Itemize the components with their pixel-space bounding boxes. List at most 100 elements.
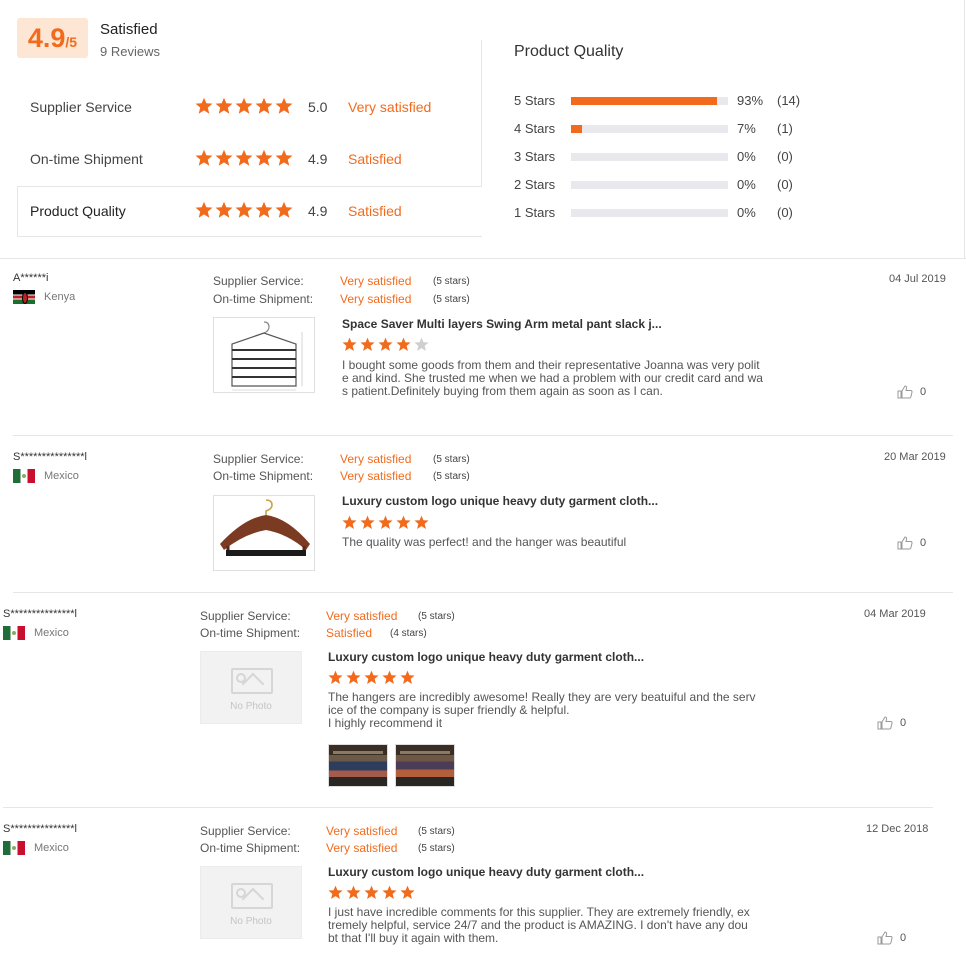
overall-score-badge: 4.9/5 <box>17 18 88 58</box>
review-photo[interactable] <box>395 744 455 787</box>
metric-satisfaction: Satisfied <box>348 203 402 219</box>
star-filled-icon <box>400 670 415 684</box>
reviewer-name: S***************l <box>13 451 87 463</box>
star-filled-icon <box>215 201 233 218</box>
photo-detail <box>400 751 450 754</box>
metric-label: Product Quality <box>30 203 126 219</box>
reviewer-country: Mexico <box>3 626 69 640</box>
star-filled-icon <box>195 149 213 166</box>
review-date: 04 Jul 2019 <box>889 273 946 285</box>
supplier-service-value: Very satisfied <box>326 609 398 623</box>
supplier-service-label: Supplier Service: <box>200 824 291 838</box>
like-button[interactable]: 0 <box>897 536 926 550</box>
country-name: Mexico <box>44 470 79 482</box>
product-rating-stars <box>342 337 429 352</box>
divider <box>481 40 482 186</box>
star-filled-icon <box>255 201 273 218</box>
star-filled-icon <box>235 201 253 218</box>
distribution-label: 2 Stars <box>514 177 556 192</box>
mexico-flag-icon <box>3 841 25 855</box>
like-button[interactable]: 0 <box>877 716 906 730</box>
like-count: 0 <box>920 386 927 398</box>
like-button[interactable]: 0 <box>877 931 906 945</box>
star-filled-icon <box>215 97 233 114</box>
star-rating <box>195 97 293 117</box>
distribution-count: (0) <box>777 205 793 220</box>
metric-on-time-shipment[interactable]: On-time Shipment 4.9 Satisfied <box>17 134 482 185</box>
thumbs-up-icon <box>877 931 893 945</box>
metric-label: Supplier Service <box>30 99 132 115</box>
star-filled-icon <box>346 885 361 899</box>
distribution-label: 1 Stars <box>514 205 556 220</box>
distribution-label: 4 Stars <box>514 121 556 136</box>
image-placeholder-icon <box>231 883 273 909</box>
product-rating-stars <box>328 885 415 900</box>
star-filled-icon <box>235 97 253 114</box>
star-filled-icon <box>382 885 397 899</box>
thumbs-up-icon <box>897 536 913 550</box>
star-filled-icon <box>255 149 273 166</box>
supplier-service-value: Very satisfied <box>340 452 412 466</box>
product-rating-stars <box>342 515 429 530</box>
shipment-stars: (5 stars) <box>418 843 455 854</box>
supplier-service-stars: (5 stars) <box>418 826 455 837</box>
metric-product-quality[interactable]: Product Quality 4.9 Satisfied <box>17 186 482 237</box>
country-name: Kenya <box>44 291 76 303</box>
distribution-label: 5 Stars <box>514 93 556 108</box>
distribution-count: (1) <box>777 121 793 136</box>
overall-rating-title: Satisfied <box>100 21 158 38</box>
product-thumbnail[interactable] <box>213 495 315 571</box>
shipment-value: Satisfied <box>326 626 373 640</box>
like-count: 0 <box>920 537 927 549</box>
product-link[interactable]: Space Saver Multi layers Swing Arm metal… <box>342 317 662 331</box>
star-filled-icon <box>414 515 429 529</box>
product-no-photo[interactable]: No Photo <box>200 651 302 724</box>
review-text-line: bt that I'll buy it again with them. <box>328 931 499 945</box>
product-link[interactable]: Luxury custom logo unique heavy duty gar… <box>328 650 644 664</box>
supplier-service-value: Very satisfied <box>326 824 398 838</box>
star-filled-icon <box>346 670 361 684</box>
product-no-photo[interactable]: No Photo <box>200 866 302 939</box>
star-filled-icon <box>275 201 293 218</box>
supplier-service-stars: (5 stars) <box>433 276 470 287</box>
distribution-label: 3 Stars <box>514 149 556 164</box>
star-filled-icon <box>342 515 357 529</box>
metric-score: 4.9 <box>308 151 328 167</box>
supplier-service-value: Very satisfied <box>340 274 412 288</box>
distribution-percent: 0% <box>737 149 756 164</box>
mexico-flag-icon <box>3 626 25 640</box>
review-separator <box>13 435 953 436</box>
review-text: The quality was perfect! and the hanger … <box>342 536 834 549</box>
star-filled-icon <box>235 149 253 166</box>
reviewer-name: S***************l <box>3 823 77 835</box>
shipment-stars: (4 stars) <box>390 628 427 639</box>
reviewer-country: Kenya <box>13 290 75 304</box>
country-name: Mexico <box>34 842 69 854</box>
star-filled-icon <box>328 885 343 899</box>
metric-score: 5.0 <box>308 99 328 115</box>
distribution-bar-fill <box>571 97 717 105</box>
product-rating-stars <box>328 670 415 685</box>
thumbs-up-icon <box>897 385 913 399</box>
reviewer-country: Mexico <box>13 469 79 483</box>
overall-score-max: /5 <box>65 34 78 50</box>
photo-detail <box>333 751 383 754</box>
metric-supplier-service[interactable]: Supplier Service 5.0 Very satisfied <box>17 82 482 133</box>
shipment-value: Very satisfied <box>340 469 412 483</box>
supplier-service-stars: (5 stars) <box>418 611 455 622</box>
review-separator <box>13 592 953 593</box>
star-filled-icon <box>195 201 213 218</box>
product-thumbnail[interactable] <box>213 317 315 393</box>
shipment-stars: (5 stars) <box>433 294 470 305</box>
shipment-value: Very satisfied <box>326 841 398 855</box>
supplier-service-stars: (5 stars) <box>433 454 470 465</box>
distribution-percent: 0% <box>737 177 756 192</box>
product-link[interactable]: Luxury custom logo unique heavy duty gar… <box>342 494 658 508</box>
product-quality-title: Product Quality <box>514 43 624 60</box>
reviewer-country: Mexico <box>3 841 69 855</box>
star-filled-icon <box>275 149 293 166</box>
like-button[interactable]: 0 <box>897 385 926 399</box>
product-link[interactable]: Luxury custom logo unique heavy duty gar… <box>328 865 644 879</box>
review-photo[interactable] <box>328 744 388 787</box>
review-text-line: s patient.Definitely buying from them ag… <box>342 384 663 398</box>
